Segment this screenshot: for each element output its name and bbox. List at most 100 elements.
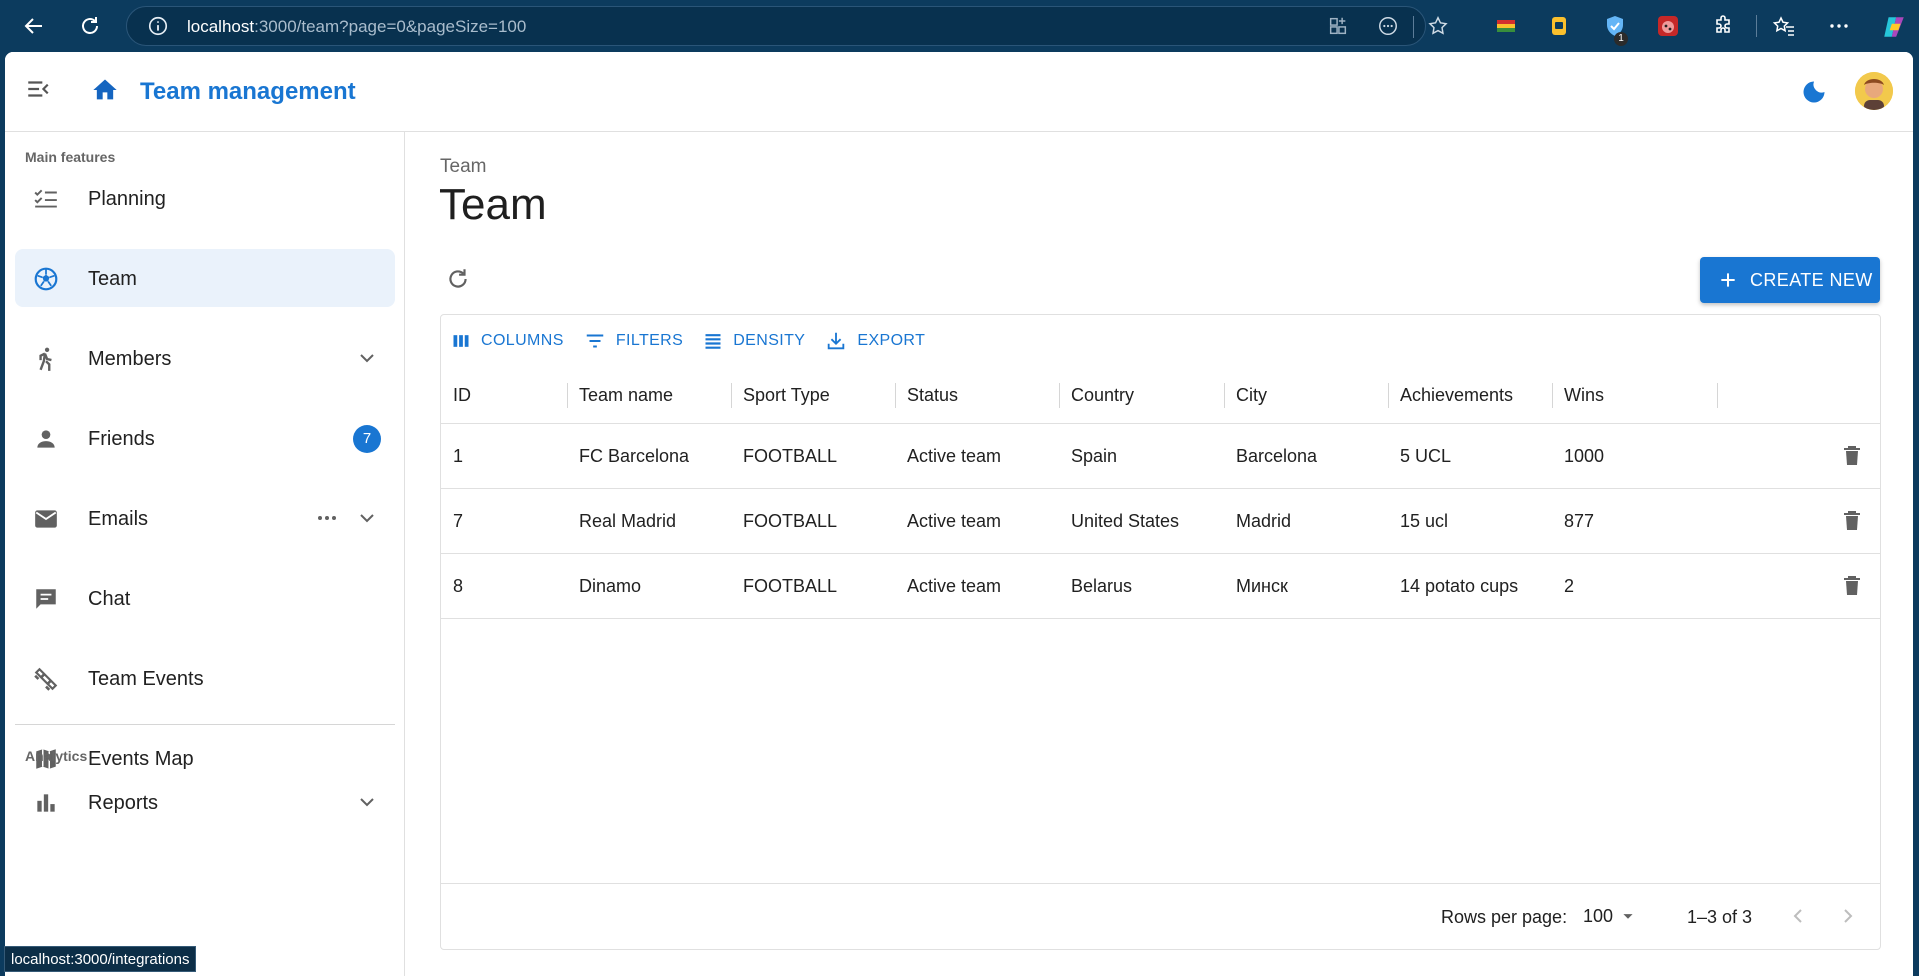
app-available-icon[interactable] <box>1327 15 1349 37</box>
column-header-sport-type[interactable]: Sport Type <box>743 385 830 406</box>
url-text: localhost:3000/team?page=0&pageSize=100 <box>187 17 527 36</box>
column-separator[interactable] <box>731 383 732 408</box>
extension-badge: 1 <box>1614 32 1628 46</box>
table-row[interactable]: 8 Dinamo FOOTBALL Active team Belarus Ми… <box>441 554 1880 619</box>
refresh-icon[interactable] <box>445 266 471 292</box>
next-page-icon[interactable] <box>1836 904 1860 928</box>
cell-team-name: Real Madrid <box>579 511 677 531</box>
sidebar-item-label: Chat <box>88 588 131 610</box>
more-horizontal-icon[interactable] <box>315 506 339 530</box>
plus-icon <box>1718 270 1738 290</box>
cell-wins: 2 <box>1564 576 1575 596</box>
flag-extension-icon[interactable] <box>1494 14 1518 38</box>
sidebar-divider <box>15 724 395 725</box>
ladybug-extension-icon[interactable] <box>1656 14 1680 38</box>
chevron-down-icon[interactable] <box>355 346 379 370</box>
home-icon[interactable] <box>91 76 119 104</box>
column-header-country[interactable]: Country <box>1071 385 1134 406</box>
column-header-id[interactable]: ID <box>453 385 471 406</box>
reading-mode-icon[interactable] <box>1377 15 1399 37</box>
back-icon[interactable] <box>14 6 54 46</box>
avatar[interactable] <box>1855 72 1893 110</box>
column-separator[interactable] <box>1224 383 1225 408</box>
breadcrumb[interactable]: Team <box>440 156 486 178</box>
cell-achievements: 15 ucl <box>1400 511 1449 531</box>
sidebar-item-label: Friends <box>88 428 155 450</box>
column-separator[interactable] <box>1388 383 1389 408</box>
density-label: DENSITY <box>733 332 806 349</box>
favorite-star-icon[interactable] <box>1427 15 1449 37</box>
cell-city: Минск <box>1236 576 1288 596</box>
main-content: Team Team CREATE NEW COLUMNS FILTERS DEN… <box>405 132 1913 976</box>
address-bar[interactable]: localhost:3000/team?page=0&pageSize=100 <box>126 6 1448 46</box>
cell-wins: 1000 <box>1564 446 1605 466</box>
cell-city: Barcelona <box>1236 446 1318 466</box>
sidebar-item-label: Members <box>88 348 172 370</box>
fitness-icon <box>33 666 59 692</box>
create-new-button[interactable]: CREATE NEW <box>1700 257 1880 303</box>
export-button[interactable]: EXPORT <box>825 329 925 353</box>
column-header-status[interactable]: Status <box>907 385 958 406</box>
extensions-puzzle-icon[interactable] <box>1712 14 1736 38</box>
sidebar-item-chat[interactable]: Chat <box>15 569 395 627</box>
chevron-down-icon[interactable] <box>355 790 379 814</box>
create-new-label: CREATE NEW <box>1750 269 1873 290</box>
column-separator[interactable] <box>1717 383 1718 408</box>
sidebar-item-label: Reports <box>88 792 159 814</box>
pagination-range: 1–3 of 3 <box>1687 907 1753 927</box>
notes-extension-icon[interactable] <box>1547 14 1571 38</box>
checklist-icon <box>33 186 59 212</box>
page-title: Team <box>439 180 547 229</box>
cell-team-name: Dinamo <box>579 576 642 596</box>
sidebar-item-members[interactable]: Members <box>15 329 395 387</box>
sidebar: Main features Planning Team Members Frie… <box>5 132 405 976</box>
app-title[interactable]: Team management <box>140 78 356 106</box>
columns-button[interactable]: COLUMNS <box>451 329 564 353</box>
column-separator[interactable] <box>1552 383 1553 408</box>
menu-collapse-icon[interactable] <box>25 76 51 102</box>
sidebar-item-emails[interactable]: Emails <box>15 489 395 547</box>
chat-icon <box>33 586 59 612</box>
previous-page-icon[interactable] <box>1786 904 1810 928</box>
table-row[interactable]: 7 Real Madrid FOOTBALL Active team Unite… <box>441 489 1880 554</box>
table-row[interactable]: 1 FC Barcelona FOOTBALL Active team Spai… <box>441 424 1880 489</box>
dark-mode-icon[interactable] <box>1800 78 1828 106</box>
column-header-city[interactable]: City <box>1236 385 1267 406</box>
sidebar-item-team-events[interactable]: Team Events <box>15 649 395 707</box>
column-separator[interactable] <box>567 383 568 408</box>
sidebar-item-planning[interactable]: Planning <box>15 169 395 227</box>
grid-toolbar: COLUMNS FILTERS DENSITY EXPORT <box>451 329 925 353</box>
address-separator <box>1413 16 1414 38</box>
cell-city: Madrid <box>1236 511 1292 531</box>
favorites-icon[interactable] <box>1772 14 1796 38</box>
sidebar-item-friends[interactable]: Friends 7 <box>15 409 395 467</box>
mail-icon <box>33 506 59 532</box>
filters-label: FILTERS <box>615 332 684 349</box>
column-header-team-name[interactable]: Team name <box>579 385 673 406</box>
sidebar-item-team[interactable]: Team <box>15 249 395 307</box>
rows-per-page-select[interactable]: 100 <box>1583 905 1639 927</box>
sidebar-item-reports[interactable]: Reports <box>15 773 395 831</box>
column-header-achievements[interactable]: Achievements <box>1400 385 1513 406</box>
cell-country: United States <box>1071 511 1180 531</box>
column-separator[interactable] <box>1059 383 1060 408</box>
column-header-wins[interactable]: Wins <box>1564 385 1604 406</box>
cell-status: Active team <box>907 576 1002 596</box>
delete-icon[interactable] <box>1840 444 1864 468</box>
column-separator[interactable] <box>895 383 896 408</box>
density-button[interactable]: DENSITY <box>703 329 805 353</box>
more-options-icon[interactable] <box>1827 14 1851 38</box>
cell-id: 8 <box>453 576 464 596</box>
section-analytics: Analytics <box>25 748 88 764</box>
cell-wins: 877 <box>1564 511 1595 531</box>
delete-icon[interactable] <box>1840 574 1864 598</box>
toolbar-separator <box>1756 15 1757 37</box>
reload-icon[interactable] <box>70 6 110 46</box>
copilot-icon[interactable] <box>1881 14 1905 38</box>
delete-icon[interactable] <box>1840 509 1864 533</box>
chevron-down-icon[interactable] <box>355 506 379 530</box>
site-info-icon[interactable] <box>147 15 169 37</box>
caret-down-icon <box>1617 905 1639 927</box>
filters-button[interactable]: FILTERS <box>584 329 683 353</box>
columns-label: COLUMNS <box>481 332 564 349</box>
